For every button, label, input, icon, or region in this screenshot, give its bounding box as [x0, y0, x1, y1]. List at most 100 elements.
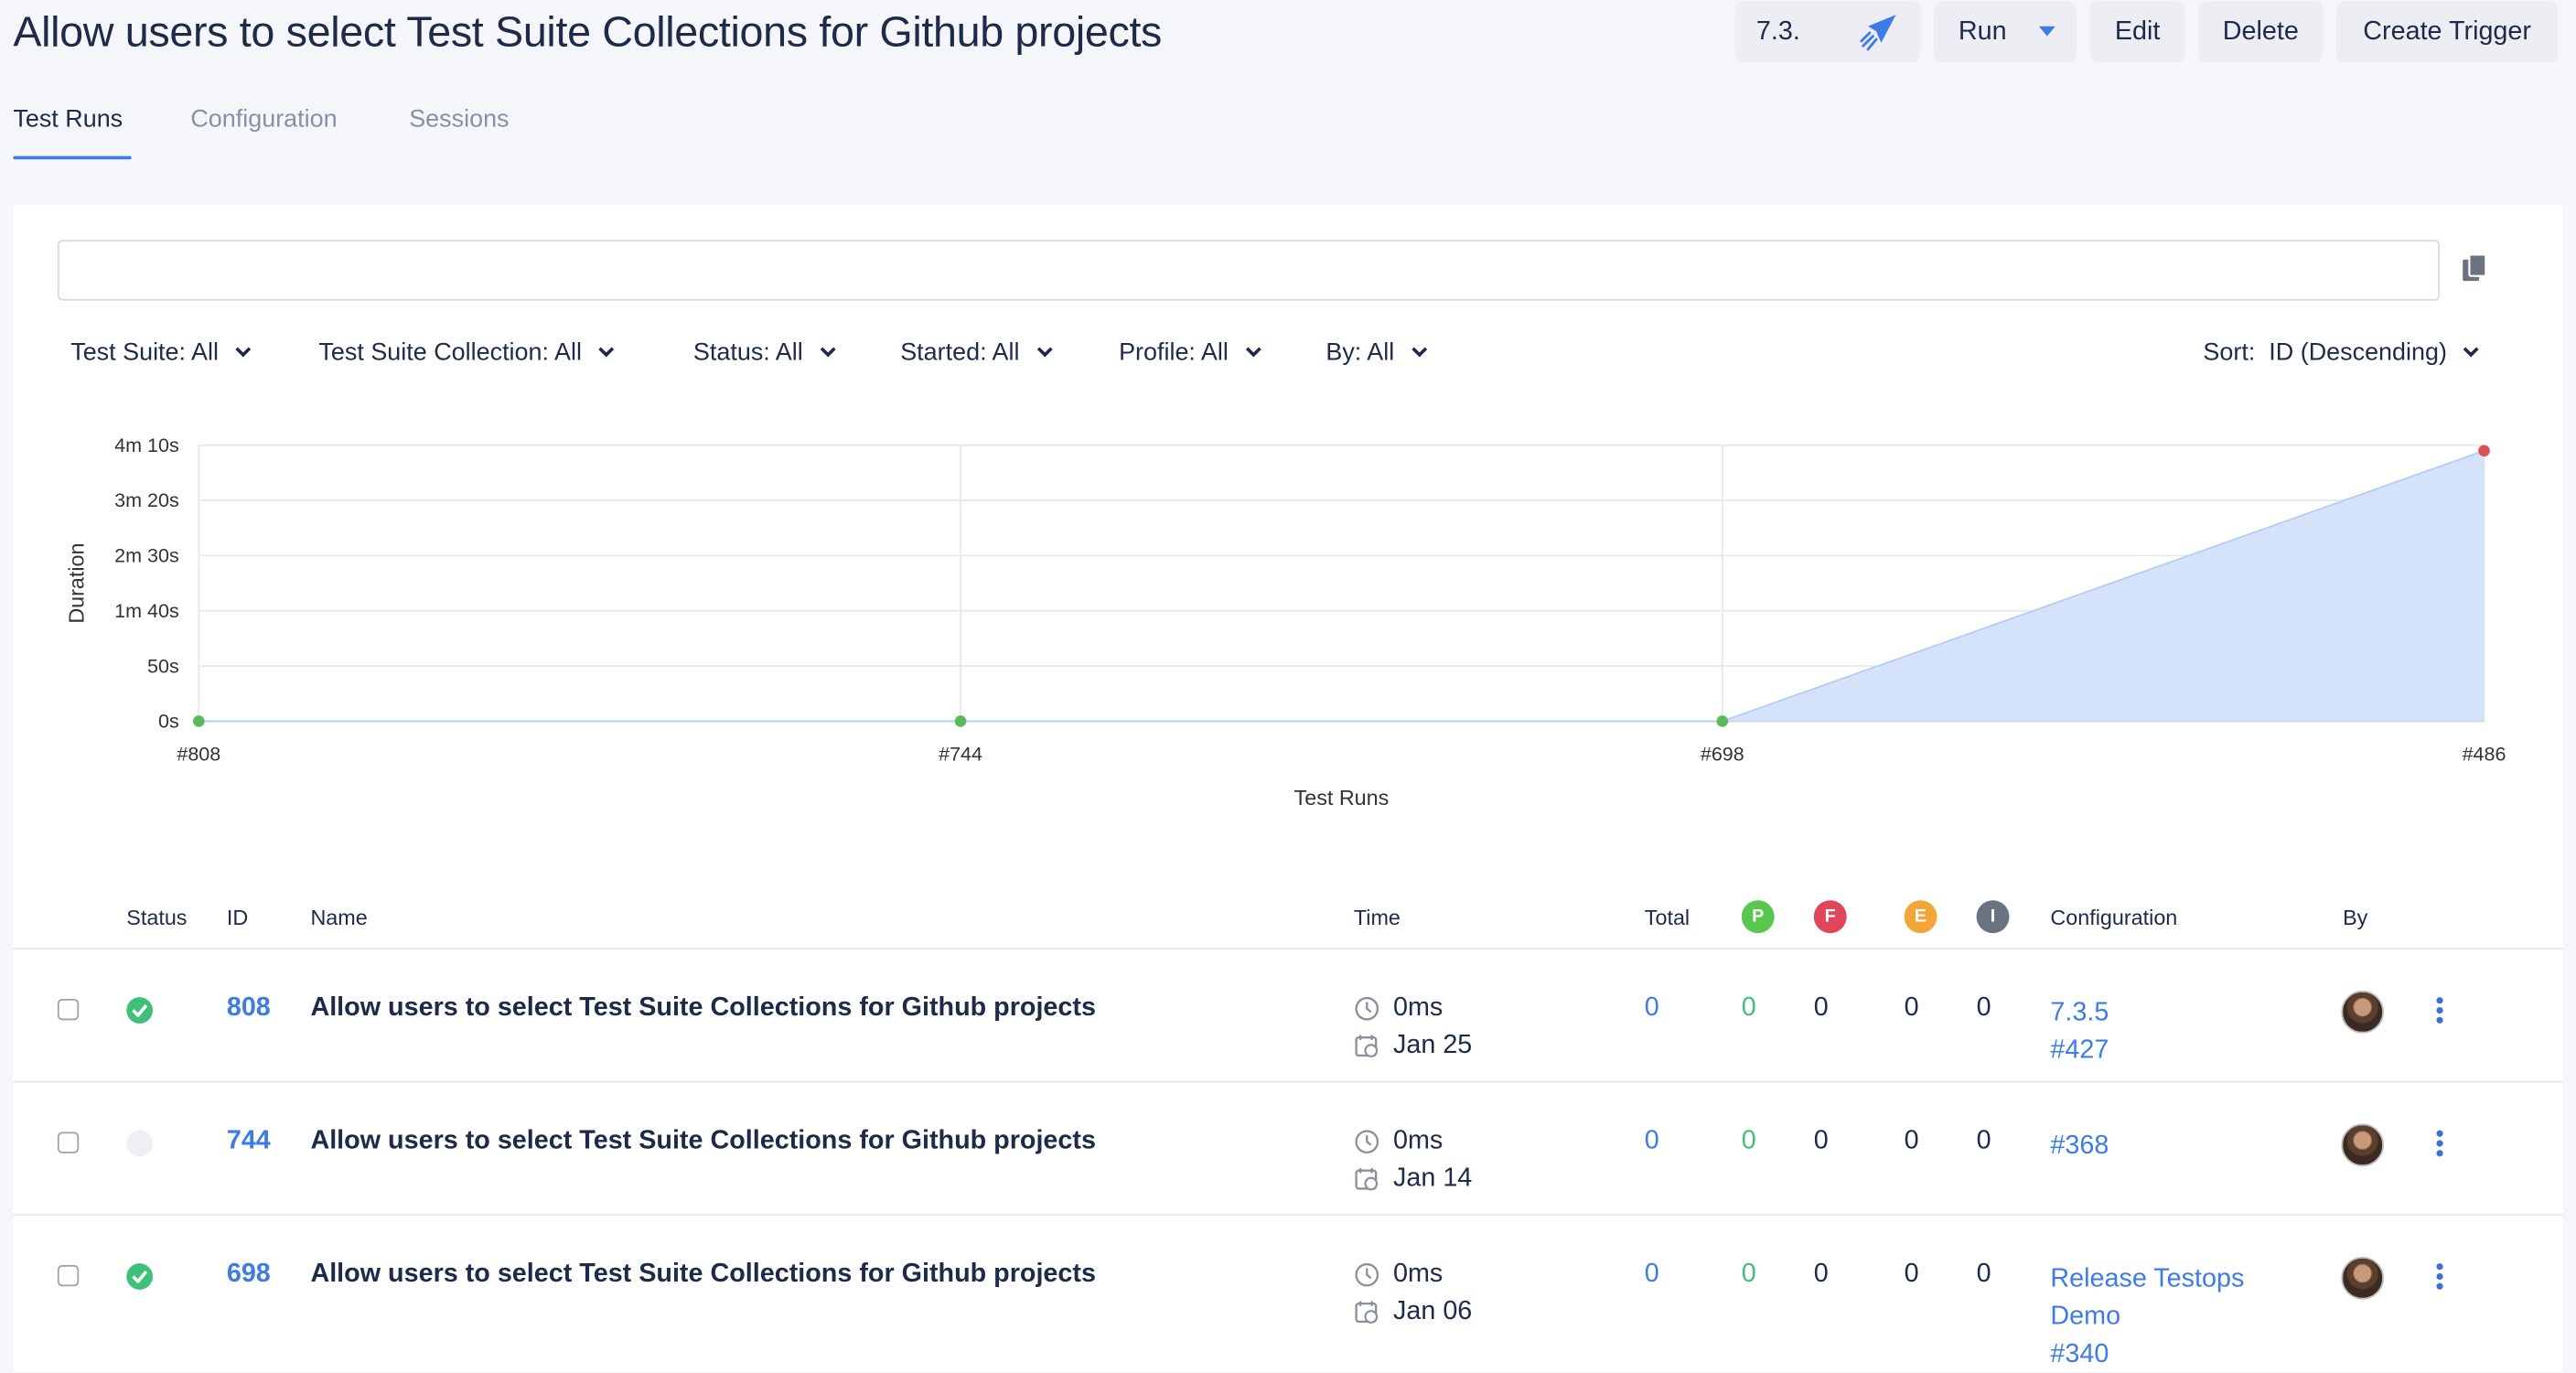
x-tick-label: #808: [177, 743, 220, 766]
create-trigger-button[interactable]: Create Trigger: [2335, 1, 2559, 63]
run-date: Jan 25: [1354, 1032, 1472, 1061]
col-header-configuration: Configuration: [2050, 905, 2178, 930]
chevron-down-icon: [820, 344, 836, 357]
avatar[interactable]: [2341, 1256, 2384, 1300]
run-id-link[interactable]: 744: [227, 1127, 271, 1156]
incomplete-count: 0: [1976, 1260, 1991, 1289]
clock-icon: [1355, 1262, 1379, 1287]
table-header-divider: [13, 948, 2563, 950]
failed-count: 0: [1813, 1127, 1829, 1155]
run-date: Jan 06: [1354, 1298, 1472, 1327]
filter-test-suite-label: Test Suite: All: [70, 338, 219, 367]
status-empty-icon: [126, 1130, 154, 1157]
search-input[interactable]: [57, 240, 2441, 301]
run-button[interactable]: Run: [1933, 1, 2077, 63]
duration-value: 0ms: [1393, 993, 1444, 1023]
duration-area: [199, 450, 2485, 722]
col-header-status[interactable]: Status: [126, 906, 187, 930]
delete-button[interactable]: Delete: [2198, 1, 2324, 63]
y-tick-label: 3m 20s: [114, 488, 179, 511]
chevron-down-icon: [1411, 344, 1427, 357]
more-options-icon[interactable]: [2436, 1130, 2443, 1160]
chevron-down-icon: [1245, 344, 1261, 357]
date-value: Jan 25: [1393, 1031, 1473, 1060]
copy-icon[interactable]: [2461, 253, 2487, 283]
status-passed-icon: [126, 997, 154, 1024]
run-name[interactable]: Allow users to select Test Suite Collect…: [310, 994, 1096, 1024]
page-title: Allow users to select Test Suite Collect…: [13, 6, 1163, 57]
configuration-line[interactable]: #340: [2050, 1335, 2244, 1373]
run-label: Run: [1958, 16, 2007, 46]
data-point: [954, 715, 967, 727]
edit-label: Edit: [2114, 16, 2161, 46]
filter-by[interactable]: By: All: [1326, 338, 1427, 367]
avatar[interactable]: [2341, 990, 2384, 1034]
active-tab-indicator: [13, 156, 132, 160]
filter-test-suite-collection-label: Test Suite Collection: All: [318, 338, 582, 367]
incomplete-count: 0: [1976, 1127, 1991, 1155]
y-tick-label: 50s: [147, 654, 179, 677]
configuration-link[interactable]: Release Testops Demo #340: [2050, 1260, 2244, 1373]
col-header-total[interactable]: Total: [1645, 906, 1690, 930]
filter-test-suite-collection[interactable]: Test Suite Collection: All: [318, 338, 615, 367]
failed-badge-icon: F: [1813, 900, 1847, 934]
error-count: 0: [1904, 1127, 1919, 1155]
more-options-icon[interactable]: [2436, 997, 2443, 1026]
x-tick-label: #698: [1701, 743, 1744, 766]
configuration-line[interactable]: 7.3.5: [2050, 994, 2109, 1032]
run-name[interactable]: Allow users to select Test Suite Collect…: [310, 1127, 1096, 1156]
filter-profile[interactable]: Profile: All: [1119, 338, 1261, 367]
filter-test-suite[interactable]: Test Suite: All: [70, 338, 252, 367]
run-id-link[interactable]: 808: [227, 994, 271, 1024]
table-row[interactable]: 808 Allow users to select Test Suite Col…: [13, 974, 2562, 1106]
failed-count: 0: [1813, 993, 1829, 1023]
row-checkbox[interactable]: [57, 1132, 80, 1153]
row-checkbox[interactable]: [57, 1264, 80, 1287]
error-count: 0: [1904, 993, 1919, 1023]
duration-value: 0ms: [1393, 1127, 1444, 1155]
table-row[interactable]: 698 Allow users to select Test Suite Col…: [13, 1240, 2562, 1372]
filter-status-label: Status: All: [692, 338, 803, 367]
avatar[interactable]: [2341, 1123, 2384, 1167]
y-tick-label: 2m 30s: [114, 544, 179, 567]
more-options-icon[interactable]: [2436, 1263, 2443, 1293]
y-tick-label: 0s: [158, 710, 179, 733]
col-header-name[interactable]: Name: [310, 906, 367, 930]
col-header-time[interactable]: Time: [1354, 906, 1401, 930]
configuration-link[interactable]: #368: [2050, 1127, 2109, 1164]
edit-button[interactable]: Edit: [2089, 1, 2185, 63]
tab-test-runs[interactable]: Test Runs: [13, 105, 123, 134]
run-dropdown-caret-icon[interactable]: [2038, 26, 2055, 37]
configuration-line[interactable]: #368: [2050, 1127, 2109, 1164]
sort-select[interactable]: Sort: ID (Descending): [2203, 338, 2480, 367]
table-row[interactable]: 744 Allow users to select Test Suite Col…: [13, 1108, 2562, 1239]
configuration-line[interactable]: Demo: [2050, 1298, 2244, 1335]
col-header-id[interactable]: ID: [227, 906, 248, 930]
error-count: 0: [1904, 1260, 1919, 1289]
duration-value: 0ms: [1393, 1260, 1444, 1289]
row-divider: [13, 1080, 2563, 1083]
filter-status[interactable]: Status: All: [692, 338, 836, 367]
chevron-down-icon: [235, 344, 252, 357]
configuration-line[interactable]: Release Testops: [2050, 1260, 2244, 1298]
tab-sessions[interactable]: Sessions: [409, 105, 509, 134]
run-id-link[interactable]: 698: [227, 1260, 271, 1290]
calendar-clock-icon: [1355, 1035, 1379, 1057]
release-button[interactable]: 7.3.: [1734, 1, 1921, 63]
date-value: Jan 14: [1393, 1164, 1473, 1193]
configuration-link[interactable]: 7.3.5 #427: [2050, 994, 2109, 1070]
data-point: [2478, 445, 2490, 457]
chevron-down-icon: [2463, 344, 2480, 357]
status-passed-icon: [126, 1263, 154, 1290]
failed-count: 0: [1813, 1260, 1829, 1289]
configuration-line[interactable]: #427: [2050, 1032, 2109, 1069]
tab-configuration[interactable]: Configuration: [190, 105, 337, 134]
row-checkbox[interactable]: [57, 998, 80, 1021]
y-tick-label: 4m 10s: [114, 434, 179, 456]
x-axis-title: Test Runs: [1294, 786, 1390, 810]
incomplete-badge-icon: I: [1976, 900, 2010, 934]
run-name[interactable]: Allow users to select Test Suite Collect…: [310, 1260, 1096, 1290]
filter-profile-label: Profile: All: [1119, 338, 1229, 367]
create-trigger-label: Create Trigger: [2363, 16, 2531, 46]
filter-started[interactable]: Started: All: [900, 338, 1052, 367]
